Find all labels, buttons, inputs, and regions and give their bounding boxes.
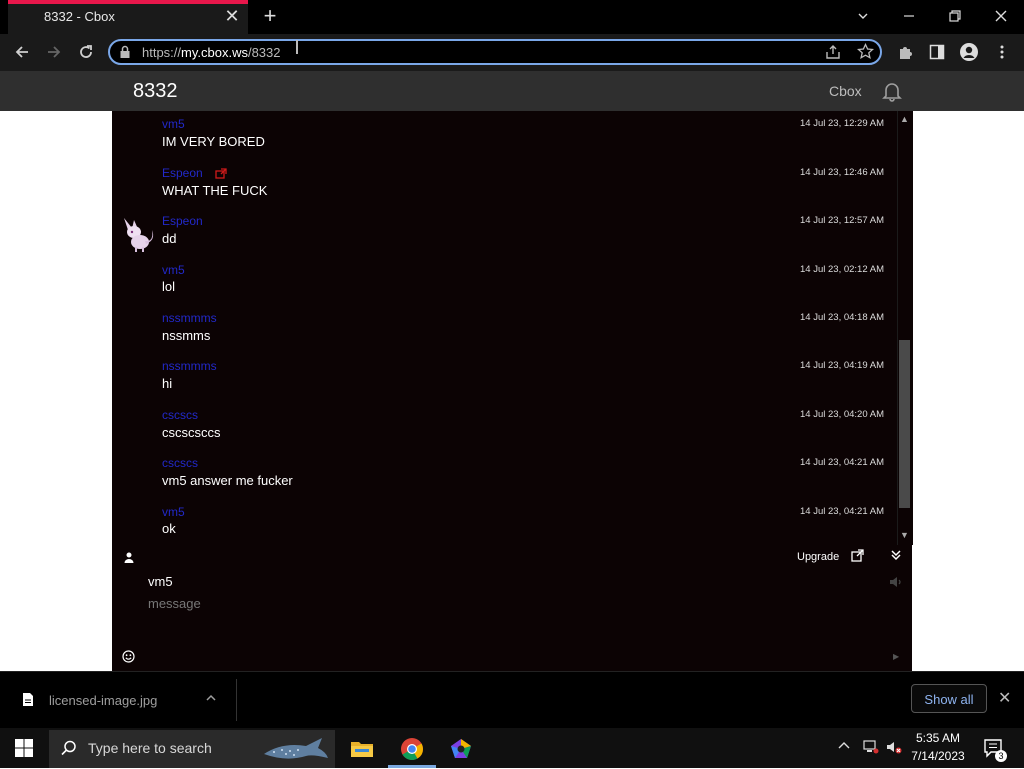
close-download-shelf-icon[interactable]: ✕ (998, 688, 1011, 708)
cbox-link[interactable]: Cbox (829, 83, 862, 99)
url-host: my.cbox.ws (181, 45, 248, 60)
network-icon[interactable] (863, 740, 879, 754)
message-text: cscscsccs (162, 425, 221, 440)
message-username[interactable]: nssmmms (162, 311, 217, 325)
message-text: lol (162, 279, 176, 294)
message-time: 14 Jul 23, 04:18 AM (800, 312, 884, 323)
file-explorer-icon[interactable] (339, 730, 385, 768)
message-text: WHAT THE FUCK (162, 183, 268, 198)
send-arrow-icon[interactable]: ▶ (893, 652, 899, 661)
download-options-chevron-icon[interactable] (205, 692, 217, 707)
message-time: 14 Jul 23, 04:20 AM (800, 409, 884, 420)
text-cursor (296, 40, 298, 54)
url-scheme: https:// (142, 45, 182, 60)
scroll-down-arrow-icon[interactable]: ▼ (897, 528, 912, 543)
minimize-button[interactable] (886, 0, 932, 32)
message-time: 14 Jul 23, 04:21 AM (800, 457, 884, 468)
divider (236, 679, 237, 721)
extensions-icon[interactable] (897, 43, 915, 61)
message-time: 14 Jul 23, 02:12 AM (800, 264, 884, 275)
share-icon[interactable] (825, 44, 841, 60)
message-text: IM VERY BORED (162, 134, 265, 149)
bell-icon[interactable] (880, 79, 904, 103)
upgrade-link[interactable]: Upgrade (797, 551, 839, 563)
lock-icon[interactable] (119, 45, 131, 59)
url-path: /8332 (247, 45, 281, 60)
sound-icon[interactable] (889, 575, 902, 587)
message-username[interactable]: cscscs (162, 408, 198, 422)
message-username[interactable]: cscscs (162, 456, 198, 470)
whale-shark-search-highlight-icon[interactable] (262, 732, 330, 764)
page-title: 8332 (133, 80, 178, 102)
tab-title: 8332 - Cbox (44, 9, 115, 24)
tab-close-icon[interactable]: ✕ (223, 6, 241, 26)
download-file-name[interactable]: licensed-image.jpg (49, 693, 157, 708)
file-icon[interactable] (22, 692, 34, 707)
restore-button[interactable] (932, 0, 978, 32)
message-text: ok (162, 521, 176, 536)
espeon-avatar[interactable] (118, 214, 158, 252)
forward-icon[interactable] (42, 40, 66, 64)
side-panel-icon[interactable] (929, 44, 945, 60)
message-input[interactable] (148, 595, 868, 611)
message-username[interactable]: vm5 (162, 117, 185, 131)
volume-muted-icon[interactable] (886, 740, 902, 754)
message-text: nssmms (162, 328, 211, 343)
message-username[interactable]: vm5 (162, 505, 185, 519)
notification-count-badge: 3 (995, 750, 1007, 762)
message-username[interactable]: Espeon (162, 214, 203, 228)
clock-time[interactable]: 5:35 AM (905, 731, 971, 745)
message-time: 14 Jul 23, 12:46 AM (800, 167, 884, 178)
message-text: hi (162, 376, 173, 391)
message-time: 14 Jul 23, 04:19 AM (800, 360, 884, 371)
colorful-app-icon[interactable] (438, 730, 484, 768)
message-text: vm5 answer me fucker (162, 473, 293, 488)
back-icon[interactable] (10, 40, 34, 64)
user-icon[interactable] (123, 550, 135, 563)
message-time: 14 Jul 23, 12:29 AM (800, 118, 884, 129)
scrollbar-thumb[interactable] (899, 340, 910, 508)
reload-icon[interactable] (74, 40, 98, 64)
message-username[interactable]: Espeon (162, 166, 203, 180)
clock-date[interactable]: 7/14/2023 (905, 749, 971, 763)
message-username[interactable]: nssmmms (162, 359, 217, 373)
scroll-up-arrow-icon[interactable]: ▲ (897, 112, 912, 127)
menu-kebab-icon[interactable] (996, 44, 1008, 60)
tab-search-icon[interactable] (840, 0, 886, 32)
new-tab-button[interactable]: + (259, 5, 281, 27)
external-share-icon[interactable] (215, 166, 227, 179)
name-field[interactable] (148, 573, 868, 589)
profile-icon[interactable] (959, 42, 979, 62)
message-username[interactable]: vm5 (162, 263, 185, 277)
emoji-icon[interactable] (122, 650, 135, 663)
message-text: dd (162, 231, 177, 246)
windows-start-icon[interactable] (14, 738, 34, 758)
taskbar-search-placeholder[interactable]: Type here to search (88, 740, 212, 756)
message-time: 14 Jul 23, 04:21 AM (800, 506, 884, 517)
show-all-button[interactable]: Show all (911, 684, 987, 713)
message-time: 14 Jul 23, 12:57 AM (800, 215, 884, 226)
collapse-chevrons-icon[interactable] (890, 548, 902, 562)
bookmark-star-icon[interactable] (856, 42, 875, 60)
url-text[interactable]: https://my.cbox.ws/8332 (142, 45, 281, 60)
popout-icon[interactable] (851, 549, 864, 562)
search-icon (60, 739, 78, 757)
tab-accent-bar (8, 0, 248, 4)
show-hidden-icons-chevron[interactable] (838, 740, 850, 753)
close-window-button[interactable] (978, 0, 1024, 32)
chrome-icon[interactable] (389, 730, 435, 768)
